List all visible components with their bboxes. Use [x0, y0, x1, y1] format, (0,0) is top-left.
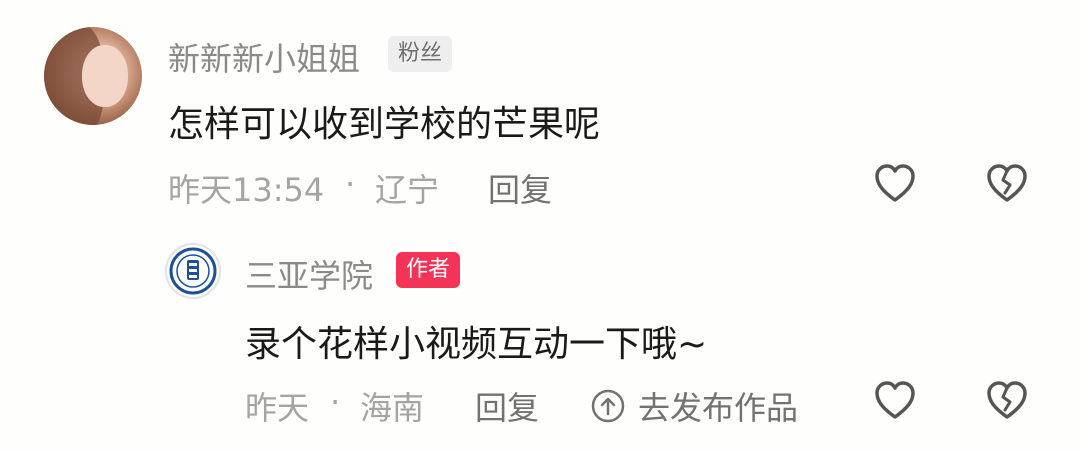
comment-username[interactable]: 新新新小姐姐 — [168, 34, 360, 80]
comment-time: 昨天13:54 — [168, 171, 325, 209]
author-badge: 作者 — [396, 252, 461, 288]
fan-badge: 粉丝 — [388, 36, 453, 72]
reply-button[interactable]: 回复 — [475, 383, 539, 429]
broken-heart-icon[interactable] — [983, 377, 1031, 425]
reply-button[interactable]: 回复 — [488, 165, 552, 211]
meta-separator: · — [330, 383, 341, 421]
heart-outline-icon[interactable] — [871, 160, 919, 208]
up-arrow-circle-icon — [591, 389, 625, 423]
comment-text[interactable]: 怎样可以收到学校的芒果呢 — [168, 95, 600, 147]
avatar[interactable] — [44, 27, 142, 125]
publish-work-button[interactable]: 去发布作品 — [590, 383, 798, 429]
heart-outline-icon[interactable] — [871, 377, 919, 425]
reply-username[interactable]: 三亚学院 — [245, 251, 373, 297]
broken-heart-icon[interactable] — [983, 160, 1031, 208]
school-logo-avatar[interactable] — [165, 243, 221, 299]
meta-separator: · — [345, 165, 356, 203]
publish-work-label: 去发布作品 — [638, 389, 799, 427]
reply-location: 海南 — [360, 389, 425, 427]
school-emblem-icon — [169, 247, 217, 295]
avatar-face — [82, 45, 128, 107]
comment-location: 辽宁 — [375, 171, 440, 209]
reply-text[interactable]: 录个花样小视频互动一下哦~ — [245, 315, 707, 367]
reply-time: 昨天 — [245, 389, 310, 427]
